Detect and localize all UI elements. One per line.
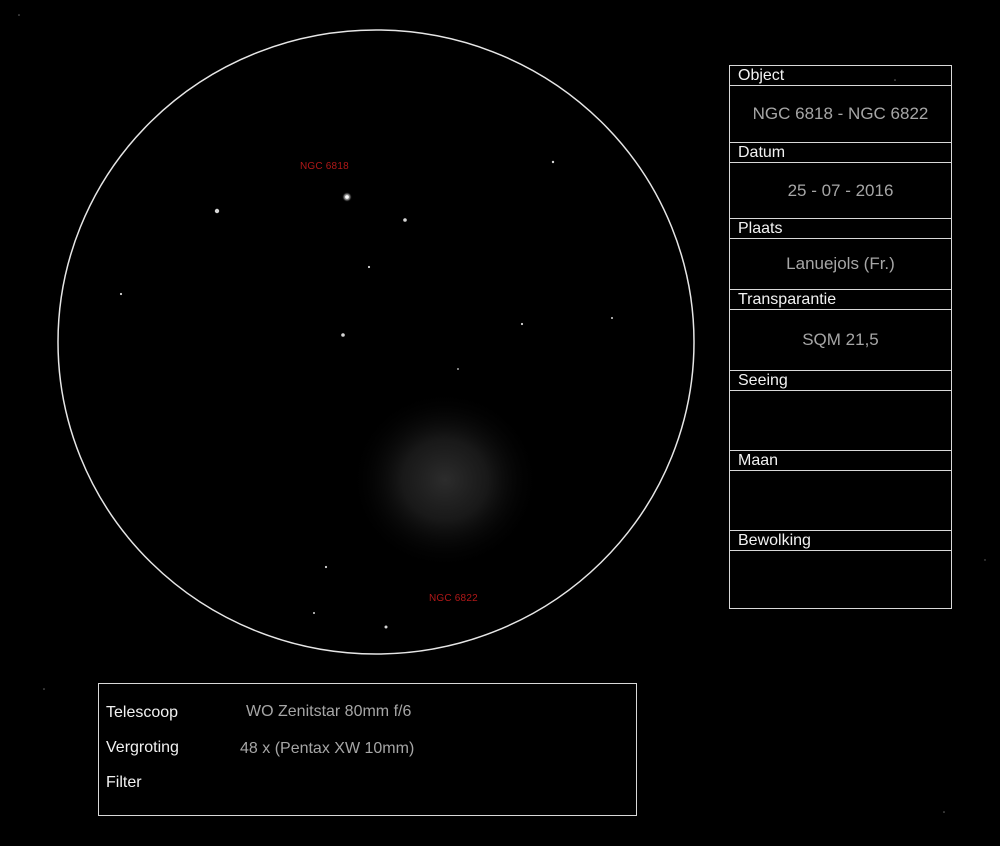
location-header: Plaats [730,219,951,239]
star [551,160,555,164]
date-header: Datum [730,143,951,163]
star [384,625,388,629]
star [520,322,524,326]
magnification-label: Vergroting [106,739,179,756]
star [611,317,613,319]
object-value: NGC 6818 - NGC 6822 [730,86,951,143]
telescope-label: Telescoop [106,704,179,721]
star [367,265,371,269]
star [403,218,407,222]
star [324,565,328,569]
label-ngc-6818: NGC 6818 [300,161,349,172]
location-value: Lanuejols (Fr.) [730,239,951,290]
label-ngc-6822: NGC 6822 [429,593,478,604]
seeing-header: Seeing [730,371,951,391]
filter-label: Filter [106,774,142,791]
speck [984,559,986,561]
transparency-value: SQM 21,5 [730,310,951,371]
star [214,208,220,214]
eyepiece-field-circle [57,29,695,655]
speck [18,14,20,16]
transparency-header: Transparantie [730,290,951,310]
speck [943,811,945,813]
speck [43,688,45,690]
clouds-header: Bewolking [730,531,951,551]
nebula-core [345,195,349,199]
clouds-value [730,551,951,609]
magnification-value: 48 x (Pentax XW 10mm) [240,740,415,757]
telescope-value: WO Zenitstar 80mm f/6 [246,703,412,720]
star-field [119,160,613,629]
equipment-box: Telescoop WO Zenitstar 80mm f/6 Vergroti… [98,683,637,816]
star [341,333,345,337]
moon-header: Maan [730,451,951,471]
observation-table: Object NGC 6818 - NGC 6822 Datum 25 - 07… [729,65,952,609]
star [313,612,315,614]
object-header: Object [730,66,951,86]
seeing-value [730,391,951,451]
date-value: 25 - 07 - 2016 [730,163,951,219]
galaxy-glow [350,390,540,570]
star [119,292,123,296]
star [457,368,459,370]
moon-value [730,471,951,531]
